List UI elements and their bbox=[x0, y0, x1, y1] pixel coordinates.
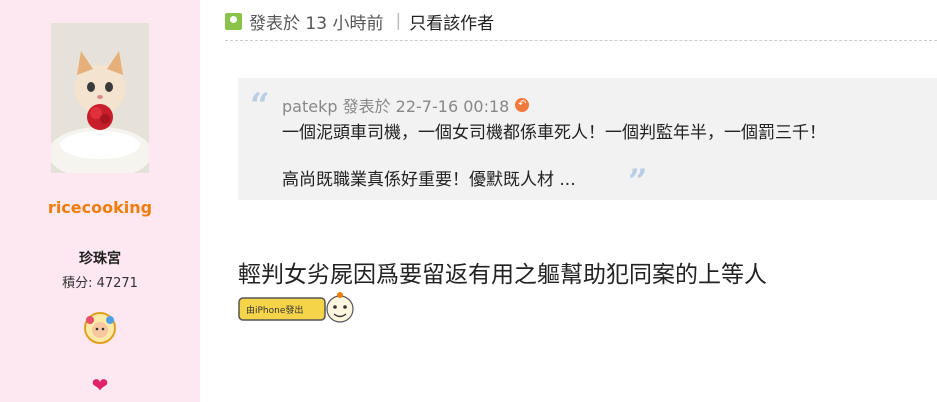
quote-text-line: 一個泥頭車司機，一個女司機都係車死人！一個判監年半，一個罰三千！ bbox=[282, 123, 826, 143]
online-status-icon bbox=[225, 12, 242, 30]
badge-label: 由iPhone發出 bbox=[246, 304, 303, 316]
post-message: 輕判女劣屍因爲要留返有用之軀幫助犯同案的上等人 bbox=[238, 262, 767, 288]
from-iphone-badge: 由iPhone發出 bbox=[238, 292, 360, 324]
quote-text-line: 高尚既職業真係好重要！優默既人材 ... bbox=[282, 170, 576, 190]
post-time: 發表於 13 小時前 bbox=[249, 13, 384, 34]
author-sidebar: ricecooking 珍珠宮 積分: 47271 ❤ bbox=[0, 0, 200, 402]
avatar[interactable] bbox=[51, 23, 149, 173]
quote-author-time: patekp 發表於 22-7-16 00:18 bbox=[282, 97, 510, 116]
quote-block: “ patekp 發表於 22-7-16 00:18 ↶ 一個泥頭車司機，一個女… bbox=[238, 78, 937, 202]
close-quote-icon: ” bbox=[628, 162, 648, 202]
author-group: 珍珠宮 bbox=[79, 251, 121, 267]
separator: | bbox=[395, 11, 402, 31]
only-author-link[interactable]: 只看該作者 bbox=[409, 9, 494, 34]
kitten-avatar-image bbox=[51, 23, 149, 173]
quote-header: patekp 發表於 22-7-16 00:18 ↶ bbox=[282, 93, 530, 117]
divider bbox=[225, 40, 937, 41]
heart-icon: ❤ bbox=[91, 373, 109, 397]
jump-to-post-icon[interactable]: ↶ bbox=[515, 98, 530, 112]
author-points: 積分: 47271 bbox=[62, 276, 138, 291]
post-info-bar: 發表於 13 小時前 | 只看該作者 bbox=[225, 8, 494, 34]
2021-medal-icon[interactable] bbox=[82, 310, 118, 346]
author-username[interactable]: ricecooking bbox=[0, 198, 200, 217]
open-quote-icon: “ bbox=[250, 86, 270, 126]
